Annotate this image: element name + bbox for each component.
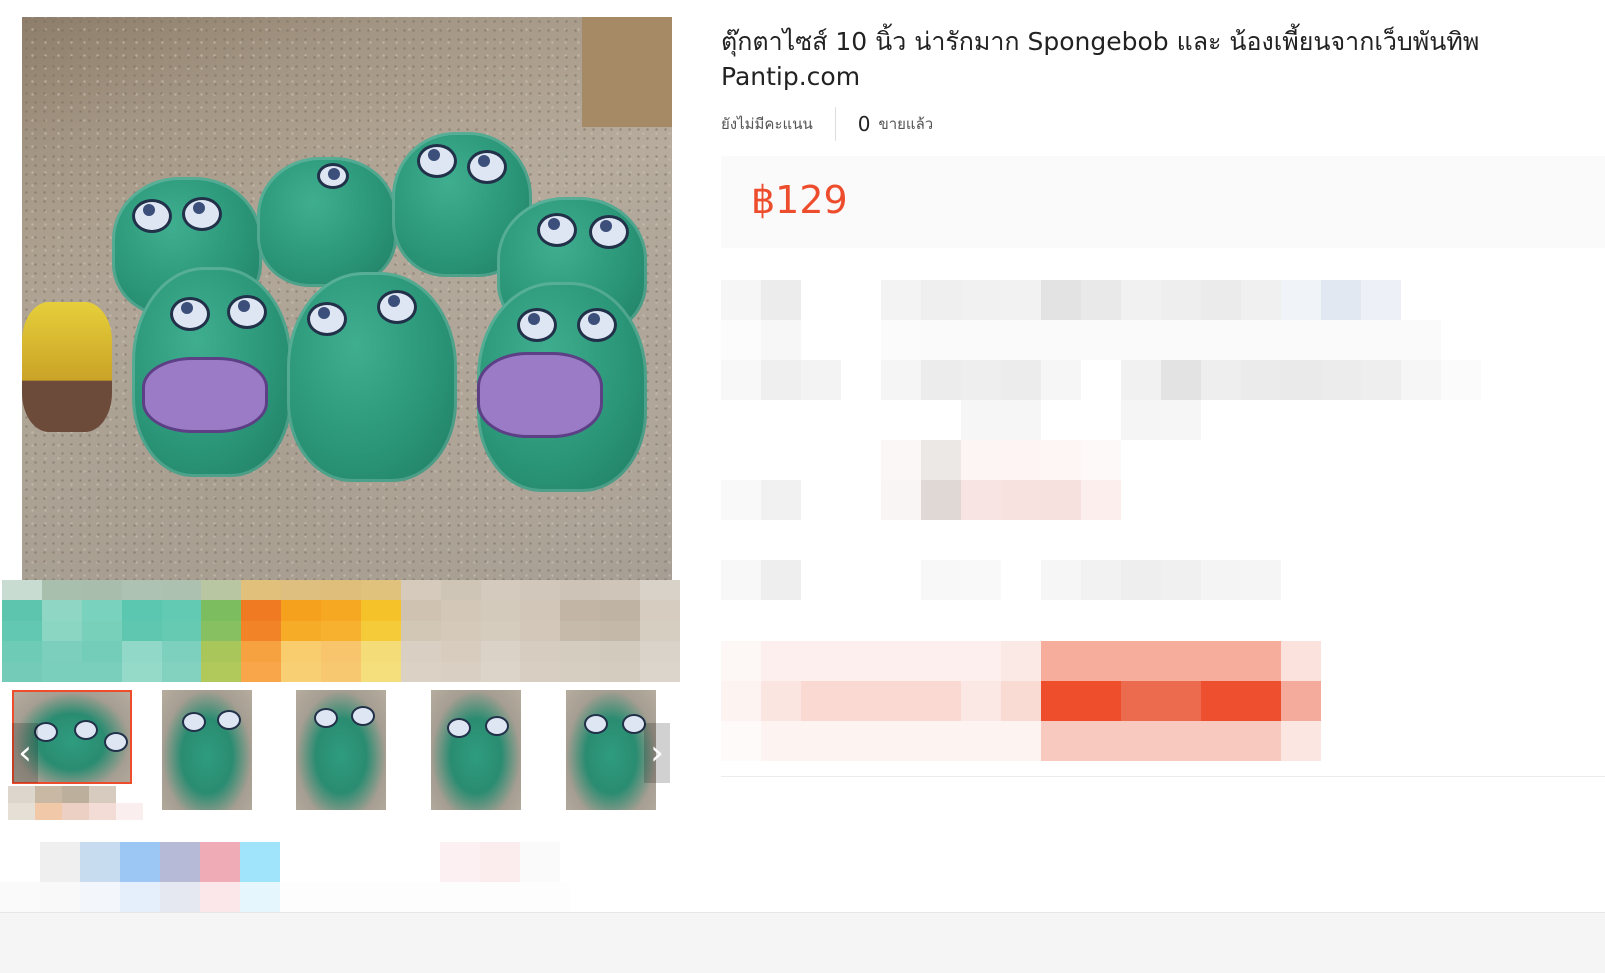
thumbnail-5[interactable] xyxy=(566,690,656,810)
product-title-line2: Pantip.com xyxy=(721,62,861,91)
sold-count: 0 xyxy=(857,112,871,136)
product-price: ฿129 xyxy=(751,178,848,222)
sold-label: ขายแล้ว xyxy=(878,115,934,133)
product-title-line1: ตุ๊กตาไซส์ 10 นิ้ว น่ารักมาก Spongebob แ… xyxy=(721,27,1480,56)
main-product-image[interactable] xyxy=(22,17,672,582)
plush-toy xyxy=(477,282,647,492)
spongebob-plush xyxy=(22,302,112,432)
page-footer xyxy=(0,913,1605,973)
pixelated-options xyxy=(721,280,1605,770)
pixelated-strip xyxy=(8,786,143,820)
plush-toy xyxy=(132,267,292,477)
product-stats: ยังไม่มีคะแนน 0 ขายแล้ว xyxy=(721,106,933,142)
cardboard-box xyxy=(582,17,672,127)
plush-toy xyxy=(287,272,457,482)
rating-text: ยังไม่มีคะแนน xyxy=(721,115,813,133)
chevron-left-icon[interactable]: ‹ xyxy=(12,723,38,783)
product-title: ตุ๊กตาไซส์ 10 นิ้ว น่ารักมาก Spongebob แ… xyxy=(721,24,1581,94)
chevron-right-icon[interactable]: › xyxy=(644,723,670,783)
pixelated-strip xyxy=(2,580,680,682)
price-section: ฿129 xyxy=(721,156,1605,248)
divider xyxy=(721,776,1605,777)
thumbnail-3[interactable] xyxy=(296,690,386,810)
divider xyxy=(834,107,836,141)
pixelated-strip xyxy=(0,842,570,922)
thumbnail-2[interactable] xyxy=(162,690,252,810)
thumbnail-4[interactable] xyxy=(431,690,521,810)
plush-toy xyxy=(257,157,397,287)
